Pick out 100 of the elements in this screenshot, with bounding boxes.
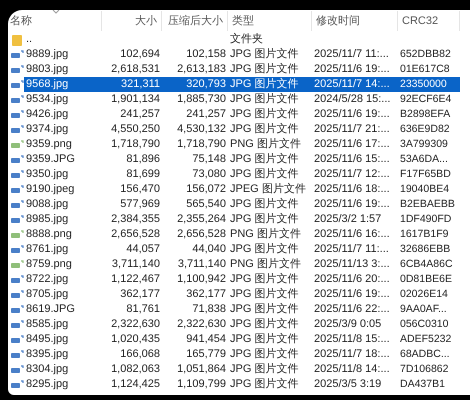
file-row[interactable]: 8619.JPG 81,761 71,838 JPG 图片文件 2025/11/6 22:... 9AA0AF...	[24, 302, 460, 317]
table-cell-text: 81,761	[125, 302, 161, 317]
table-cell-text: 8985.jpg	[25, 212, 70, 227]
table-cell-text: 1,122,467	[110, 272, 161, 287]
table-cell-text: 320,793	[185, 77, 227, 92]
table-cell-text: PNG 图片文件	[229, 137, 302, 152]
table-cell-text: 2025/11/6 19:...	[313, 287, 391, 302]
image-file-icon	[10, 320, 24, 330]
table-cell-text: 2025/11/6 17:...	[313, 137, 391, 152]
table-cell-text: 2,384,355	[110, 212, 161, 227]
table-cell-text: 44,040	[191, 242, 227, 257]
file-row[interactable]: 8722.jpg 1,122,467 1,100,942 JPG 图片文件 2025/11/6 20:... 0D81BE6E	[24, 272, 460, 287]
table-cell-text: JPG 图片文件	[229, 302, 300, 317]
file-row[interactable]: 9088.jpg 577,969 565,540 JPG 图片文件 2025/11/6 19:... B2EBAEBB	[24, 197, 460, 212]
table-cell-text: JPG 图片文件	[229, 77, 300, 92]
table-cell-text: 2025/11/13 3:...	[313, 257, 391, 272]
table-cell-text: 9803.jpg	[25, 62, 70, 77]
file-row[interactable]: 9359.png 1,718,790 1,718,790 PNG 图片文件 2025/11/6 17:... 3A799309	[24, 137, 460, 152]
table-cell-text: 2,322,630	[176, 317, 227, 332]
file-row[interactable]: 9359.JPG 81,896 75,148 JPG 图片文件 2025/11/6 15:... 53A6DA...	[24, 152, 460, 167]
column-header[interactable]: CRC32	[398, 11, 460, 31]
column-header[interactable]: 修改时间	[312, 11, 398, 31]
table-cell-text: 2025/11/7 11:...	[313, 47, 390, 62]
file-row[interactable]: 9534.jpg 1,901,134 1,885,730 JPG 图片文件 2024/5/28 15:... 92ECF6E4	[24, 92, 460, 107]
table-cell-text: F17F65BD	[399, 167, 452, 182]
table-cell-text: 156,072	[185, 182, 227, 197]
table-cell-text: 8761.jpg	[25, 242, 70, 257]
file-row[interactable]: 8761.jpg 44,057 44,040 JPG 图片文件 2025/11/7 11:... 32686EBB	[24, 242, 460, 257]
table-cell-text: 652DBB82	[399, 47, 452, 62]
column-header[interactable]: 类型	[228, 11, 312, 31]
table-cell-text: 102,694	[119, 47, 161, 62]
table-cell-text: 102,158	[185, 47, 227, 62]
file-row[interactable]: 9350.jpg 81,699 73,080 JPG 图片文件 2025/11/7 12:... F17F65BD	[24, 167, 460, 182]
file-row[interactable]: 9190.jpeg 156,470 156,072 JPEG 图片文件 2025/11/6 18:... 19040BE4	[24, 182, 460, 197]
file-row[interactable]: 8705.jpg 362,177 362,177 JPG 图片文件 2025/11/6 19:... 02026E14	[24, 287, 460, 302]
table-cell-text: B2898EFA	[399, 107, 452, 122]
table-cell-text: 9889.jpg	[25, 47, 70, 62]
table-cell-text: 68ADBC...	[399, 347, 451, 362]
table-cell-text: 9359.JPG	[25, 152, 76, 167]
image-file-icon	[10, 380, 24, 390]
file-row[interactable]: 9426.jpg 241,257 241,257 JPG 图片文件 2025/11/6 19:... B2898EFA	[24, 107, 460, 122]
table-cell-text: JPG 图片文件	[229, 107, 300, 122]
column-header[interactable]: 压缩后大小	[162, 11, 228, 31]
table-cell-text: JPG 图片文件	[229, 167, 300, 182]
table-cell-text: JPG 图片文件	[229, 92, 300, 107]
file-row[interactable]: 9803.jpg 2,618,531 2,613,183 JPG 图片文件 2025/11/6 19:... 01E617C8	[24, 62, 460, 77]
table-cell-text: 2,656,528	[110, 227, 161, 242]
file-row[interactable]: .. 文件夹	[24, 32, 460, 47]
table-cell-text: 9359.png	[25, 137, 73, 152]
table-cell-text: ..	[25, 32, 34, 47]
file-row[interactable]: 8395.jpg 166,068 165,779 JPG 图片文件 2025/11/7 18:... 68ADBC...	[24, 347, 460, 362]
image-file-icon	[10, 64, 24, 74]
table-cell-text: 166,068	[119, 347, 161, 362]
image-file-icon	[10, 50, 24, 60]
table-cell-text: 2,355,264	[176, 212, 227, 227]
table-cell-text: JPG 图片文件	[229, 212, 300, 227]
table-cell-text: 8722.jpg	[25, 272, 70, 287]
file-row[interactable]: 8985.jpg 2,384,355 2,355,264 JPG 图片文件 2025/3/2 1:57 1DF490FD	[24, 212, 460, 227]
table-cell-text: 4,530,132	[176, 122, 227, 137]
table-cell-text: 1,082,063	[110, 362, 161, 377]
table-cell-text: 4,550,250	[110, 122, 161, 137]
table-cell-text: 23350000	[399, 77, 448, 92]
table-cell-text: 1,901,134	[110, 92, 161, 107]
column-header[interactable]: 大小	[102, 11, 162, 31]
table-cell-text: JPG 图片文件	[229, 287, 300, 302]
table-cell-text: JPG 图片文件	[229, 377, 300, 392]
table-cell-text: JPG 图片文件	[229, 152, 300, 167]
table-cell-text: 1,051,864	[176, 362, 227, 377]
table-cell-text: 8619.JPG	[25, 302, 76, 317]
table-cell-text: 362,177	[185, 287, 227, 302]
table-cell-text: 8304.jpg	[25, 362, 70, 377]
file-row[interactable]: 9568.jpg 321,311 320,793 JPG 图片文件 2025/11/7 14:... 23350000	[24, 77, 460, 92]
image-file-icon	[10, 304, 24, 314]
table-cell-text: JPG 图片文件	[229, 317, 300, 332]
table-cell-text: 3,711,140	[176, 257, 227, 272]
table-cell-text: 2025/11/7 14:...	[313, 77, 391, 92]
table-cell-text: 2,613,183	[176, 62, 227, 77]
table-cell-text: 1,718,790	[110, 137, 161, 152]
file-row[interactable]: 9889.jpg 102,694 102,158 JPG 图片文件 2025/11/7 11:... 652DBB82	[24, 47, 460, 62]
table-cell-text: 9568.jpg	[25, 77, 70, 92]
file-row[interactable]: 8585.jpg 2,322,630 2,322,630 JPG 图片文件 2025/3/9 0:05 056C0310	[24, 317, 460, 332]
file-row[interactable]: 9374.jpg 4,550,250 4,530,132 JPG 图片文件 2025/11/7 21:... 636E9D82	[24, 122, 460, 137]
table-cell-text: 71,838	[191, 302, 227, 317]
table-cell-text: 8495.jpg	[25, 332, 70, 347]
table-cell-text: 2025/11/6 16:...	[313, 227, 391, 242]
file-row[interactable]: 8295.jpg 1,124,425 1,109,799 JPG 图片文件 2025/3/5 3:19 DA437B1	[24, 377, 460, 392]
sort-chevron-icon	[52, 10, 60, 14]
file-row[interactable]: 8888.png 2,656,528 2,656,528 PNG 图片文件 2025/11/6 16:... 1617B1F9	[24, 227, 460, 242]
table-cell-text: JPG 图片文件	[229, 122, 300, 137]
file-row[interactable]: 8495.jpg 1,020,435 941,454 JPG 图片文件 2025/11/8 15:... ADEF5232	[24, 332, 460, 347]
image-file-icon	[10, 274, 24, 284]
table-cell-text: 75,148	[191, 152, 227, 167]
image-file-icon	[10, 170, 24, 180]
column-header[interactable]: 名称	[10, 11, 102, 31]
image-file-icon	[10, 94, 24, 104]
table-cell-text: 0D81BE6E	[399, 272, 453, 287]
file-row[interactable]: 8304.jpg 1,082,063 1,051,864 JPG 图片文件 2025/11/8 14:... 7D106862	[24, 362, 460, 377]
table-cell-text: 2,656,528	[176, 227, 227, 242]
file-row[interactable]: 8759.png 3,711,140 3,711,140 PNG 图片文件 2025/11/13 3:... 6CB4A86C	[24, 257, 460, 272]
table-cell-text: JPG 图片文件	[229, 332, 300, 347]
